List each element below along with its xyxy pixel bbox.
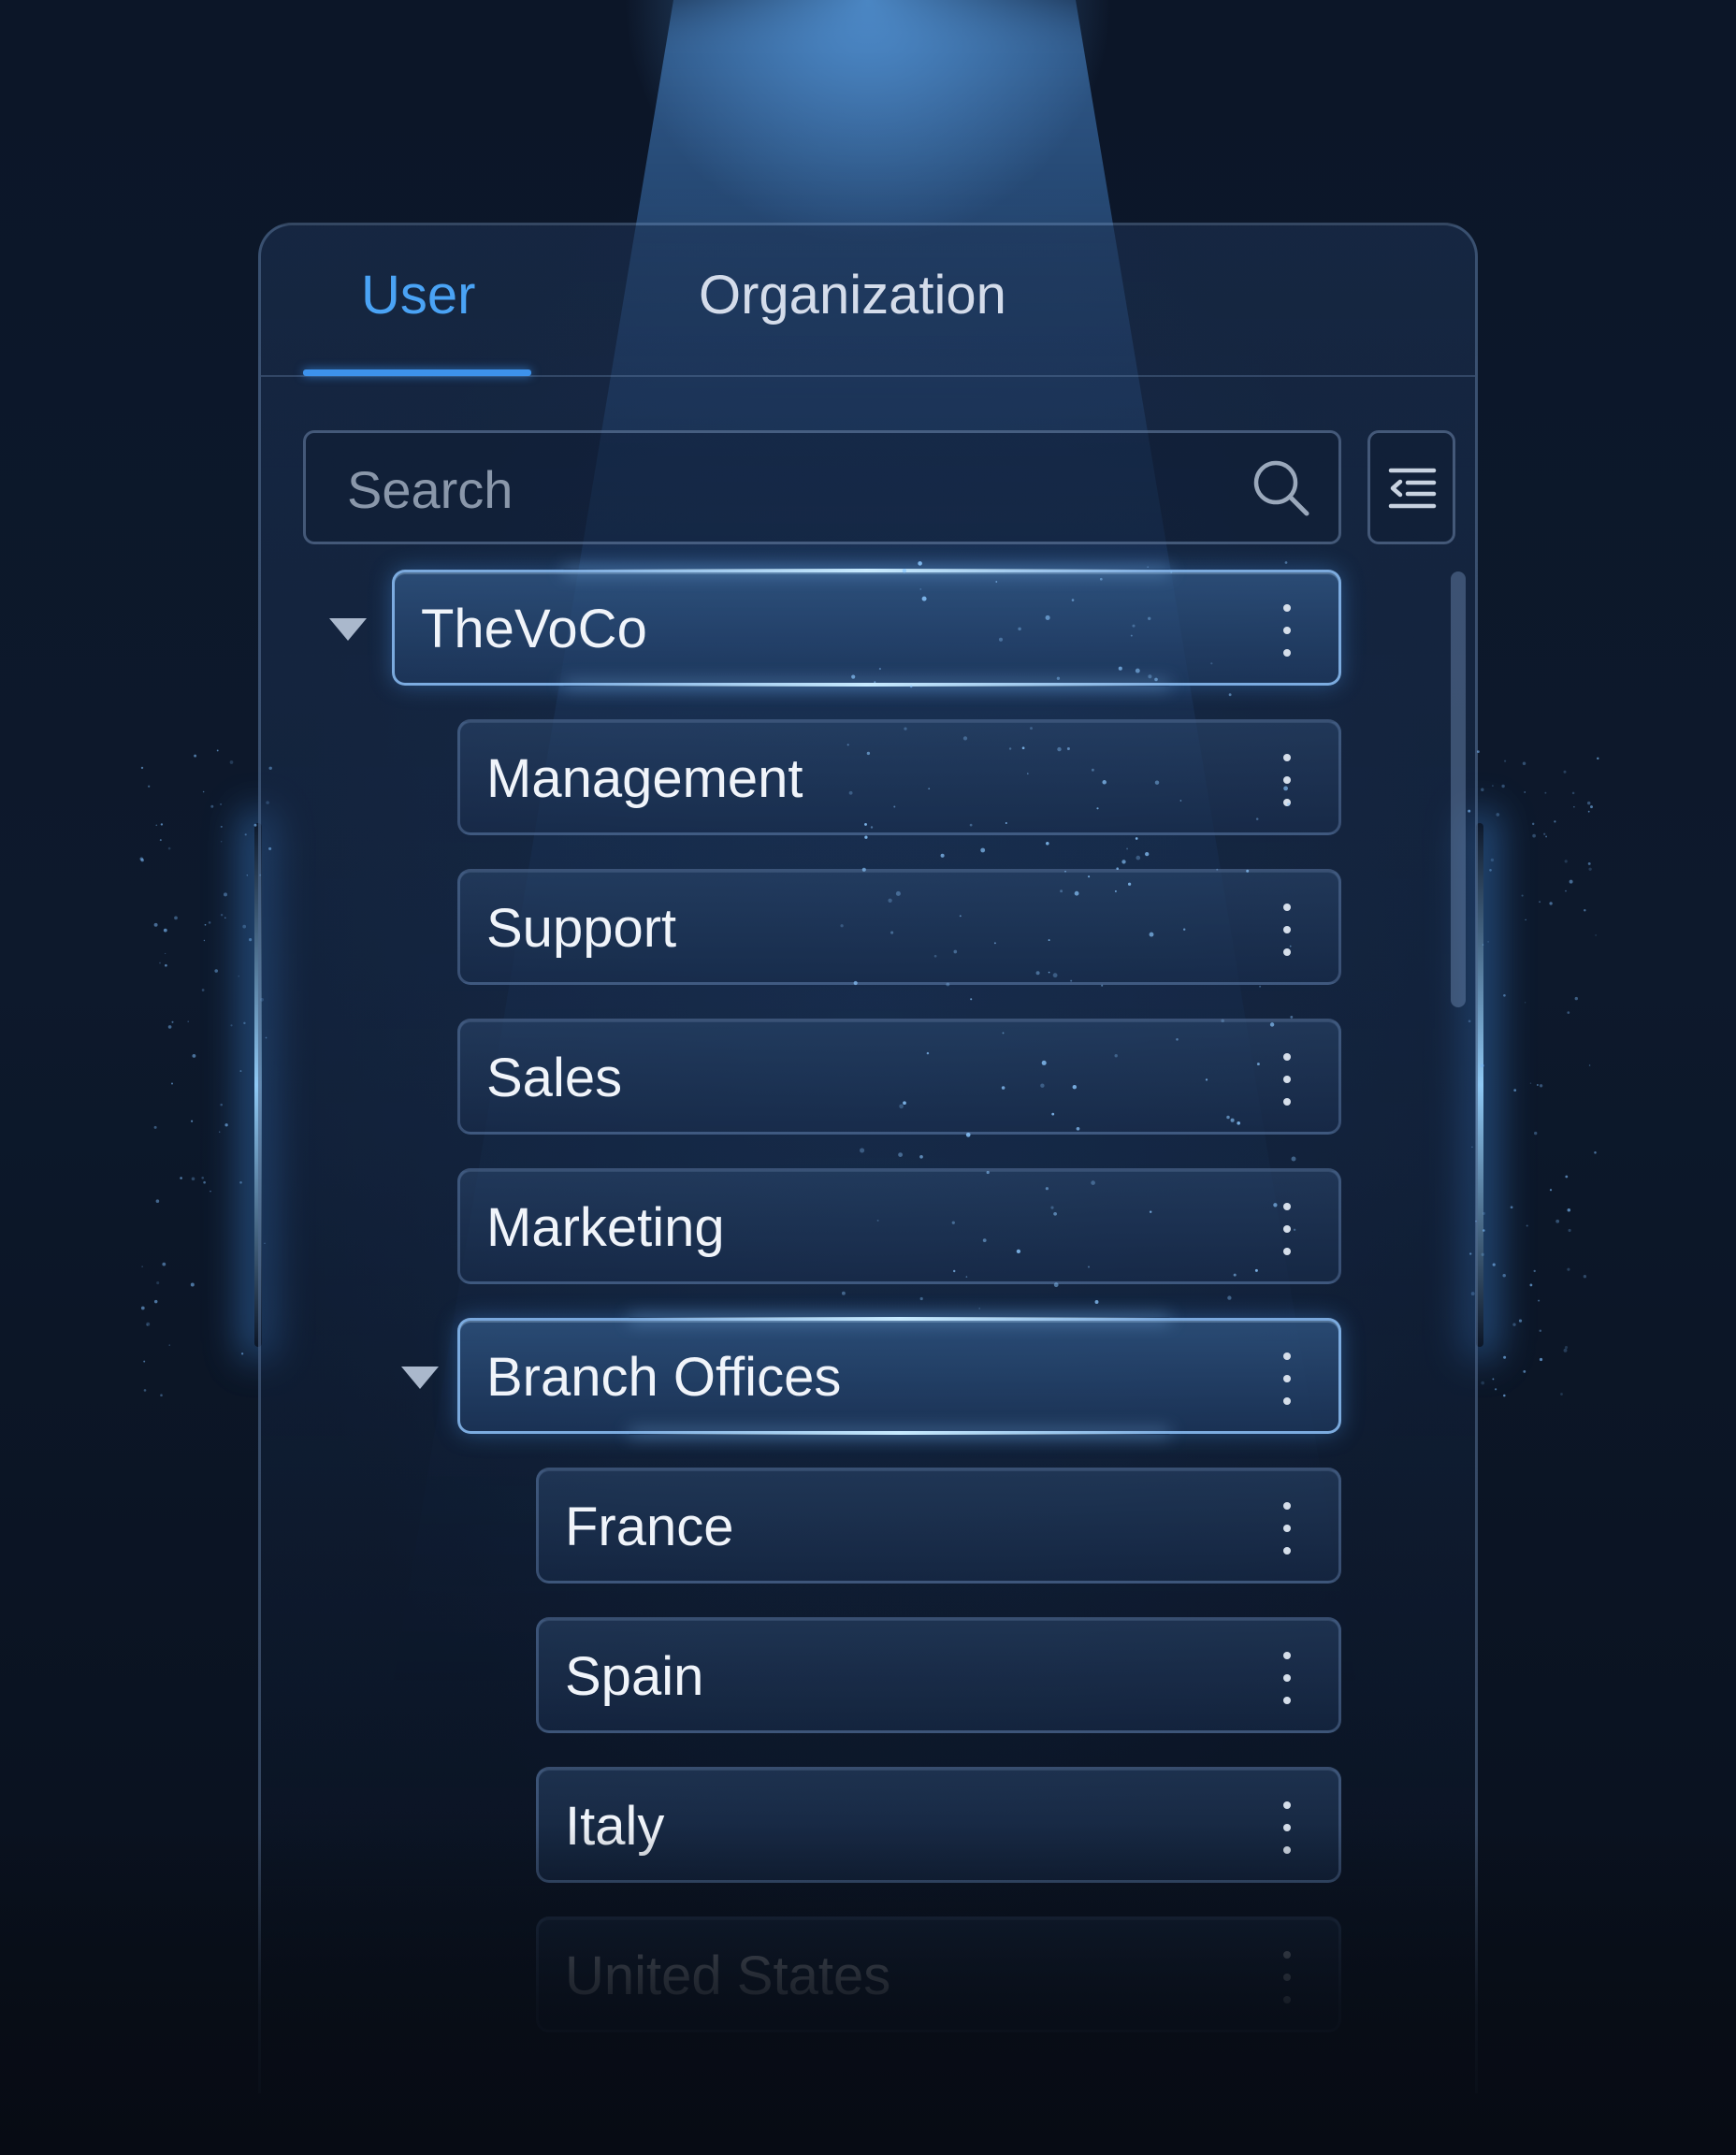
search-input[interactable] [345,456,1191,523]
active-tab-indicator [303,369,531,376]
more-vertical-icon[interactable] [1280,604,1292,657]
more-vertical-icon[interactable] [1280,1652,1292,1704]
tree-node-management[interactable]: Management [457,719,1341,835]
more-vertical-icon[interactable] [1280,1801,1292,1854]
tree-node-italy[interactable]: Italy [536,1767,1341,1883]
tree-node-label: Italy [565,1796,665,1857]
more-vertical-icon[interactable] [1280,1951,1292,2003]
tab-bar: User Organization [261,225,1475,377]
more-vertical-icon[interactable] [1280,1203,1292,1255]
more-vertical-icon[interactable] [1280,1053,1292,1106]
organization-tree-panel: User Organization TheVoCo [258,223,1478,2093]
tab-user[interactable]: User [361,263,475,328]
tree-node-france[interactable]: France [536,1468,1341,1584]
tree-node-label: Spain [565,1646,704,1707]
stage: User Organization TheVoCo [0,0,1736,2155]
tree-node-label: Sales [486,1048,623,1108]
more-vertical-icon[interactable] [1280,1352,1292,1405]
tree-node-label: Marketing [486,1197,725,1258]
more-vertical-icon[interactable] [1280,754,1292,806]
more-vertical-icon[interactable] [1280,1502,1292,1555]
caret-down-icon[interactable] [329,618,367,641]
search-box [303,430,1341,544]
tree-node-united-states[interactable]: United States [536,1916,1341,2032]
tree-node-sales[interactable]: Sales [457,1019,1341,1135]
caret-down-icon[interactable] [401,1367,439,1389]
tab-organization[interactable]: Organization [699,263,1006,328]
tree-node-label: France [565,1497,734,1557]
tree-node-branch-offices[interactable]: Branch Offices [457,1317,1341,1435]
tree-node-label: Management [486,748,803,809]
search-icon[interactable] [1251,457,1312,519]
tree-node-label: TheVoCo [421,599,647,659]
tree-scrollbar[interactable] [1451,571,1466,1007]
tree-node-label: Support [486,898,677,959]
collapse-list-icon [1388,468,1437,509]
more-vertical-icon[interactable] [1280,904,1292,956]
tree-node-label: Branch Offices [486,1347,842,1408]
tree-node-marketing[interactable]: Marketing [457,1168,1341,1284]
tree-node-label: United States [565,1945,891,2006]
collapse-tree-button[interactable] [1367,430,1455,544]
tree-node-root[interactable]: TheVoCo [392,569,1341,687]
tree-node-support[interactable]: Support [457,869,1341,985]
tree-node-spain[interactable]: Spain [536,1617,1341,1733]
